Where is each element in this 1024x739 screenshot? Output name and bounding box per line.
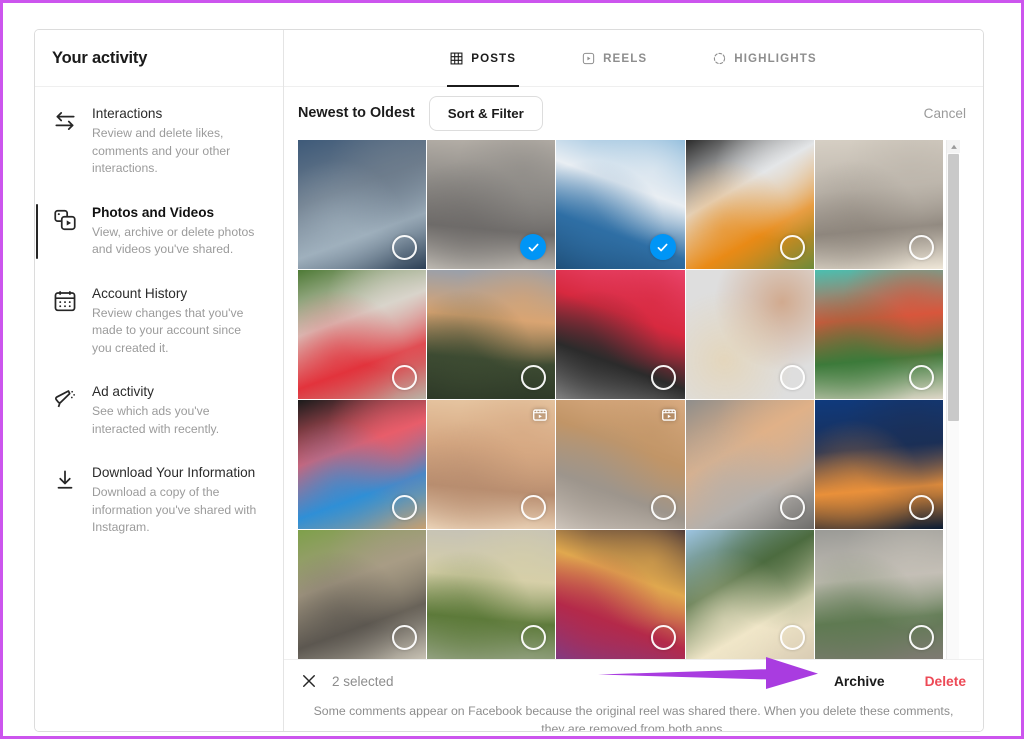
grid-scrollbar[interactable] — [946, 140, 960, 661]
close-x-icon[interactable] — [300, 672, 318, 690]
sidebar-item-label: Account History — [92, 285, 188, 301]
sidebar-item-account-history[interactable]: Account History Review changes that you'… — [35, 285, 283, 358]
your-activity-dialog: Your activity Interactions Review and de… — [34, 29, 984, 732]
grid-item[interactable] — [427, 400, 556, 529]
sidebar-item-text: Interactions Review and delete likes, co… — [92, 105, 267, 178]
grid-item[interactable] — [427, 270, 556, 399]
grid-item[interactable] — [298, 140, 427, 269]
tab-label: REELS — [603, 51, 648, 65]
selection-checkbox-empty[interactable] — [908, 235, 934, 260]
media-grid-container — [298, 140, 960, 661]
sidebar-item-photos-and-videos[interactable]: Photos and Videos View, archive or delet… — [35, 203, 283, 259]
grid-item[interactable] — [298, 270, 427, 399]
active-indicator-bar — [36, 203, 38, 259]
selection-action-bar: 2 selected Archive Delete Some comments … — [284, 659, 983, 731]
content-pane: POSTS REELS HIGHLIGHTS Newest to Oldest … — [284, 30, 983, 731]
grid-item[interactable] — [685, 140, 814, 269]
grid-item[interactable] — [685, 270, 814, 399]
grid-item[interactable] — [685, 400, 814, 529]
grid-item[interactable] — [427, 140, 556, 269]
media-grid — [298, 140, 943, 661]
grid-item[interactable] — [298, 400, 427, 529]
sidebar-item-label: Photos and Videos — [92, 204, 215, 220]
tab-label: POSTS — [471, 51, 517, 65]
scroll-up-arrow-icon[interactable] — [947, 140, 960, 153]
sidebar-item-description: See which ads you've interacted with rec… — [92, 404, 220, 436]
sort-order-label: Newest to Oldest — [298, 105, 415, 121]
grid-item[interactable] — [556, 270, 685, 399]
sidebar-item-text: Download Your Information Download a cop… — [92, 464, 267, 537]
tab-label: HIGHLIGHTS — [734, 51, 817, 65]
sidebar-item-text: Ad activity See which ads you've interac… — [92, 383, 267, 438]
tab-bar: POSTS REELS HIGHLIGHTS — [284, 30, 983, 87]
grid-item[interactable] — [556, 400, 685, 529]
archive-button[interactable]: Archive — [834, 674, 885, 689]
sort-bar: Newest to Oldest Sort & Filter Cancel — [284, 87, 983, 139]
selection-checkbox-empty[interactable] — [779, 235, 805, 260]
grid-item[interactable] — [814, 400, 943, 529]
interactions-arrows-icon — [52, 105, 92, 178]
sidebar: Your activity Interactions Review and de… — [35, 30, 284, 731]
grid-item[interactable] — [427, 530, 556, 659]
selected-count-label: 2 selected — [332, 673, 394, 689]
grid-item[interactable] — [556, 530, 685, 659]
selection-checkbox-empty[interactable] — [650, 625, 676, 650]
selection-checkbox-empty[interactable] — [908, 365, 934, 390]
scrollbar-thumb[interactable] — [948, 154, 959, 421]
highlights-circle-icon — [713, 52, 726, 65]
selection-checkbox-empty[interactable] — [650, 365, 676, 390]
calendar-icon — [52, 285, 92, 358]
grid-item[interactable] — [685, 530, 814, 659]
tab-posts[interactable]: POSTS — [447, 30, 519, 87]
selection-checkbox-empty[interactable] — [779, 365, 805, 390]
selection-checkbox-empty[interactable] — [779, 625, 805, 650]
reel-badge-icon — [661, 406, 678, 423]
sidebar-item-text: Account History Review changes that you'… — [92, 285, 267, 358]
selection-checkbox-checked[interactable] — [649, 234, 676, 260]
footnote-text: Some comments appear on Facebook because… — [313, 704, 954, 732]
tab-highlights[interactable]: HIGHLIGHTS — [710, 30, 820, 87]
sidebar-item-label: Interactions — [92, 106, 163, 121]
megaphone-icon — [52, 383, 92, 438]
sidebar-item-interactions[interactable]: Interactions Review and delete likes, co… — [35, 105, 283, 178]
sidebar-item-description: Review changes that you've made to your … — [92, 305, 244, 355]
grid-item[interactable] — [556, 140, 685, 269]
sidebar-nav: Interactions Review and delete likes, co… — [35, 87, 283, 537]
cancel-button[interactable]: Cancel — [924, 106, 966, 121]
selection-checkbox-empty[interactable] — [908, 625, 934, 650]
sidebar-item-description: Review and delete likes, comments and yo… — [92, 126, 231, 175]
grid-icon — [450, 52, 463, 65]
reels-icon — [582, 52, 595, 65]
sidebar-item-ad-activity[interactable]: Ad activity See which ads you've interac… — [35, 383, 283, 438]
selection-checkbox-empty[interactable] — [908, 495, 934, 520]
sidebar-item-label: Ad activity — [92, 384, 154, 399]
photos-and-videos-icon — [52, 204, 92, 259]
grid-item[interactable] — [814, 270, 943, 399]
delete-button[interactable]: Delete — [925, 674, 966, 689]
sidebar-item-text: Photos and Videos View, archive or delet… — [92, 204, 267, 259]
sidebar-item-description: Download a copy of the information you'v… — [92, 485, 257, 534]
sidebar-item-label: Download Your Information — [92, 465, 256, 480]
grid-item[interactable] — [814, 530, 943, 659]
reel-badge-icon — [531, 406, 548, 423]
page-title: Your activity — [52, 48, 148, 67]
selection-checkbox-empty[interactable] — [650, 495, 676, 520]
sidebar-header: Your activity — [35, 30, 283, 87]
grid-item[interactable] — [298, 530, 427, 659]
tab-reels[interactable]: REELS — [579, 30, 650, 87]
action-row: 2 selected Archive Delete — [284, 660, 983, 702]
annotated-screenshot-frame: Your activity Interactions Review and de… — [0, 0, 1024, 739]
sidebar-item-description: View, archive or delete photos and video… — [92, 224, 255, 257]
grid-item[interactable] — [814, 140, 943, 269]
sort-and-filter-button[interactable]: Sort & Filter — [428, 95, 543, 131]
download-arrow-icon — [52, 464, 92, 537]
selection-checkbox-empty[interactable] — [779, 495, 805, 520]
sidebar-item-download-your-information[interactable]: Download Your Information Download a cop… — [35, 464, 283, 537]
